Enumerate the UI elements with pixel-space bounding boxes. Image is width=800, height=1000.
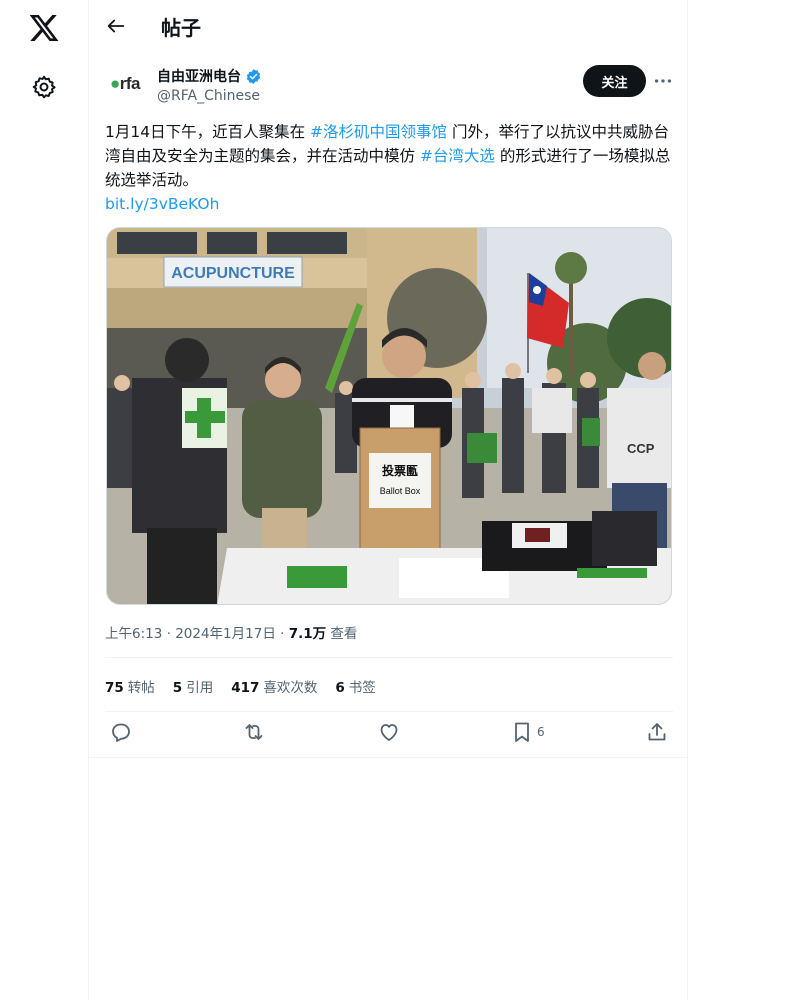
hashtag-link[interactable]: #台湾大选 <box>420 147 495 165</box>
tweet-text: 1月14日下午，近百人聚集在 #洛杉矶中国领事馆 门外，举行了以抗议中共威胁台湾… <box>105 120 673 216</box>
bookmark-icon[interactable] <box>510 720 534 744</box>
tweet-photo[interactable]: ACUPUNCTURE CCP 投票匭 Ballot Box <box>106 227 672 605</box>
views-label: 查看 <box>326 626 358 642</box>
divider <box>89 757 687 758</box>
meta-sep: · <box>162 626 176 642</box>
building-sign: ACUPUNCTURE <box>171 265 295 282</box>
more-horizontal-icon[interactable] <box>652 70 674 92</box>
post-time[interactable]: 上午6:13 <box>105 626 162 642</box>
post-column: 帖子 ●rfa 自由亚洲电台 @RFA_Chinese 关注 1月14日下午，近… <box>88 0 688 1000</box>
post-date[interactable]: 2024年1月17日 <box>175 626 276 642</box>
stat-reposts[interactable]: 75 转帖 <box>105 676 155 696</box>
gear-icon[interactable] <box>31 74 57 100</box>
avatar[interactable]: ●rfa <box>105 64 145 104</box>
post-meta: 上午6:13 · 2024年1月17日 · 7.1万 查看 <box>105 622 357 642</box>
engagement-stats: 75 转帖 5 引用 417 喜欢次数 6 书签 <box>105 676 394 696</box>
meta-sep: · <box>275 626 289 642</box>
follow-button[interactable]: 关注 <box>583 65 646 97</box>
stat-quotes[interactable]: 5 引用 <box>173 676 213 696</box>
stat-bookmarks[interactable]: 6 书签 <box>335 676 375 696</box>
share-icon[interactable] <box>645 720 669 744</box>
photo-illustration: ACUPUNCTURE CCP 投票匭 Ballot Box <box>107 228 671 604</box>
ballot-box-label-en: Ballot Box <box>380 486 421 496</box>
action-bar: 6 <box>89 720 687 750</box>
rfa-logo: ●rfa <box>109 74 141 93</box>
shirt-text: CCP <box>627 441 655 456</box>
retweet-icon[interactable] <box>242 720 266 744</box>
stat-likes[interactable]: 417 喜欢次数 <box>231 676 317 696</box>
page-title: 帖子 <box>161 16 201 40</box>
reply-icon[interactable] <box>109 720 133 744</box>
bookmark-count: 6 <box>537 725 545 739</box>
left-rail <box>0 0 88 1000</box>
tweet-url-link[interactable]: bit.ly/3vBeKOh <box>105 192 673 216</box>
ballot-box-label-cn: 投票匭 <box>382 463 418 478</box>
tweet-text-part: 1月14日下午，近百人聚集在 <box>105 123 311 141</box>
verified-badge-icon <box>246 68 261 84</box>
hashtag-link[interactable]: #洛杉矶中国领事馆 <box>310 123 447 141</box>
x-logo-icon[interactable] <box>28 12 60 44</box>
top-bar: 帖子 <box>89 0 687 53</box>
divider <box>105 711 673 712</box>
views-count: 7.1万 <box>288 626 327 642</box>
author-handle[interactable]: @RFA_Chinese <box>157 88 260 104</box>
author-name-row: 自由亚洲电台 <box>157 66 262 86</box>
display-name[interactable]: 自由亚洲电台 <box>157 66 241 86</box>
heart-icon[interactable] <box>377 720 401 744</box>
arrow-left-icon[interactable] <box>105 15 127 37</box>
divider <box>105 657 673 658</box>
